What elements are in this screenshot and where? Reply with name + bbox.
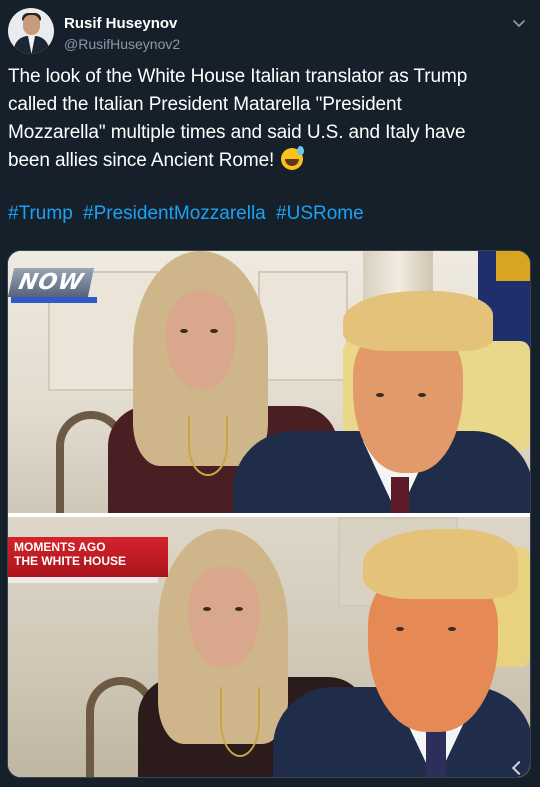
tweet-text-line: The look of the White House Italian tran… xyxy=(8,66,468,87)
news-logo-bar xyxy=(11,297,97,303)
author-name[interactable]: Rusif Huseynov xyxy=(64,15,177,32)
tweet-media[interactable]: NOW MOMENTS AGO THE WHITE HOUSE xyxy=(7,250,531,778)
hashtag-presidentmozzarella[interactable]: #PresidentMozzarella xyxy=(83,203,266,224)
news-banner-line1: MOMENTS AGO xyxy=(14,540,106,554)
media-frame-top: NOW xyxy=(8,251,530,513)
tweet-text-line: called the Italian President Matarella "… xyxy=(8,94,402,115)
tweet-header: Rusif Huseynov @RusifHuseynov2 xyxy=(8,8,532,56)
news-banner: MOMENTS AGO THE WHITE HOUSE xyxy=(8,537,168,583)
hashtag-list: #Trump #PresidentMozzarella #USRome xyxy=(8,200,369,228)
tweet-text-line: Mozzarella" multiple times and said U.S.… xyxy=(8,122,466,143)
hashtag-usrome[interactable]: #USRome xyxy=(276,203,364,224)
tweet-text: The look of the White House Italian tran… xyxy=(8,63,528,175)
chevron-down-icon[interactable] xyxy=(510,14,528,32)
media-frame-bottom: MOMENTS AGO THE WHITE HOUSE xyxy=(8,517,530,777)
hashtag-trump[interactable]: #Trump xyxy=(8,203,73,224)
grinning-face-with-sweat-emoji xyxy=(281,146,305,170)
author-handle[interactable]: @RusifHuseynov2 xyxy=(64,36,180,52)
news-logo: NOW xyxy=(8,268,95,297)
news-banner-line2: THE WHITE HOUSE xyxy=(14,554,127,568)
author-avatar[interactable] xyxy=(8,8,54,54)
tweet-text-line: been allies since Ancient Rome! xyxy=(8,146,528,175)
tweet-card: Rusif Huseynov @RusifHuseynov2 The look … xyxy=(0,0,540,787)
